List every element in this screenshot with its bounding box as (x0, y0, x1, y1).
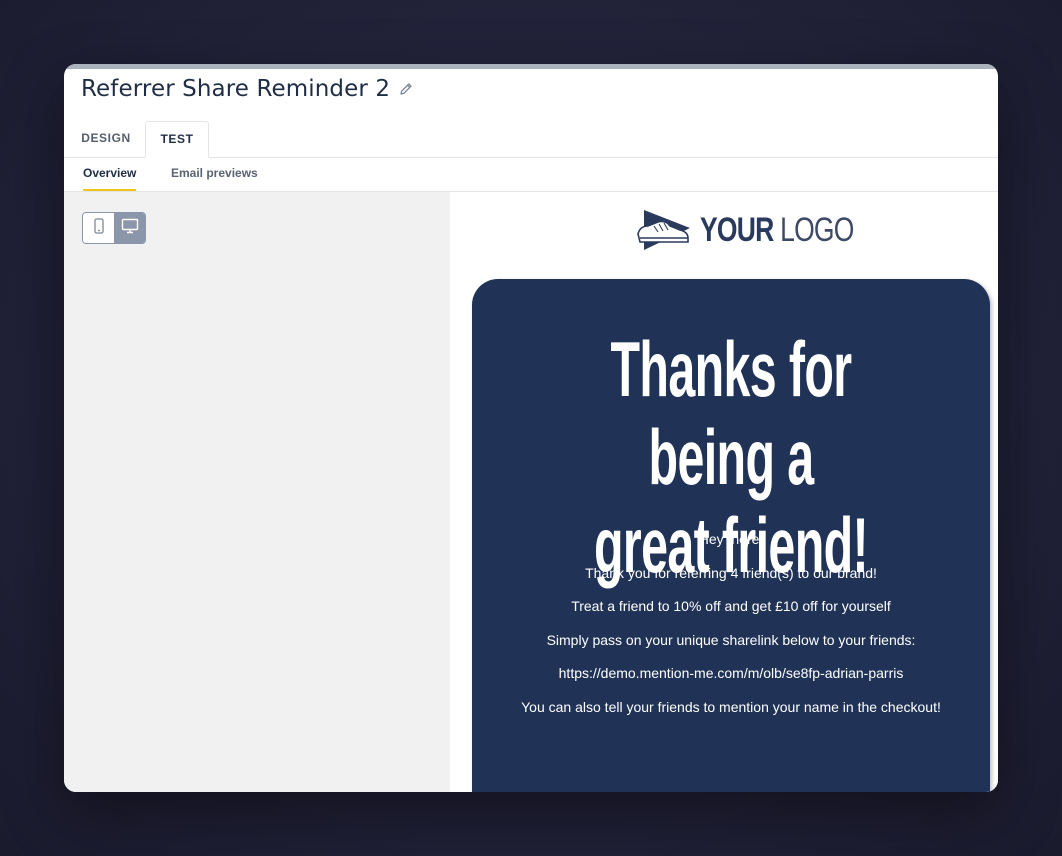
subtab-email-previews[interactable]: Email previews (171, 158, 258, 189)
email-checkout-line: You can also tell your friends to mentio… (521, 698, 941, 715)
email-instruction-line: Simply pass on your unique sharelink bel… (546, 631, 916, 648)
mobile-view-button[interactable] (83, 213, 114, 243)
email-sharelink[interactable]: https://demo.mention-me.com/m/olb/se8fp-… (472, 665, 990, 699)
main-tabs: DESIGN TEST (64, 121, 998, 158)
email-thanks-line: Thank you for referring 4 friend(s) to o… (585, 564, 877, 581)
desktop-icon (121, 218, 139, 239)
device-toggle (82, 212, 146, 244)
tab-test[interactable]: TEST (145, 121, 209, 158)
title-row: Referrer Share Reminder 2 (81, 76, 414, 102)
sneaker-logo-icon (636, 204, 696, 257)
window-top-bar (64, 64, 998, 69)
desktop-view-button[interactable] (114, 213, 145, 243)
sub-tabs: Overview Email previews (64, 158, 998, 192)
headline-line-1: Thanks for being a (610, 325, 852, 501)
page-title: Referrer Share Reminder 2 (81, 76, 391, 102)
email-greeting: Hey there, (698, 531, 764, 547)
email-card: Thanks for being a great friend! Hey the… (472, 279, 990, 792)
email-body: Hey there, Thank you for referring 4 fri… (472, 531, 990, 733)
logo-wordmark: YOUR LOGO (700, 210, 854, 249)
subtab-overview[interactable]: Overview (83, 158, 137, 191)
email-preview-pane: YOUR LOGO Thanks for being a great frien… (450, 192, 998, 792)
pencil-icon[interactable] (398, 81, 414, 97)
mobile-icon (93, 217, 105, 239)
email-offer-line: Treat a friend to 10% off and get £10 of… (571, 598, 891, 615)
editor-window: Referrer Share Reminder 2 DESIGN TEST Ov… (64, 64, 998, 792)
settings-pane (64, 192, 450, 792)
brand-logo: YOUR LOGO (636, 206, 897, 254)
tab-design[interactable]: DESIGN (72, 121, 140, 156)
